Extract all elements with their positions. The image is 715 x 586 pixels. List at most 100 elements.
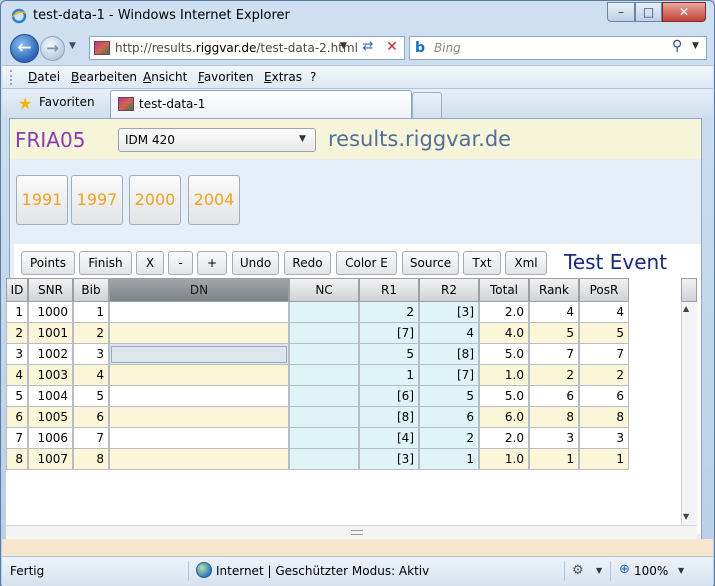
cell-snr[interactable]: 1001 [28,323,73,344]
cell-total[interactable]: 6.0 [479,407,529,428]
cell-posr[interactable]: 3 [579,428,629,449]
cell-id[interactable]: 5 [6,386,28,407]
address-dropdown-icon[interactable]: ▼ [340,41,347,51]
cell-snr[interactable]: 1000 [28,302,73,323]
table-row[interactable]: 1 1000 1 2 [3] 2.0 4 4 [6,302,629,323]
cell-dn[interactable] [109,302,289,323]
redo-button[interactable]: Redo [284,251,331,275]
cell-rank[interactable]: 2 [529,365,579,386]
cell-r1[interactable]: [6] [359,386,419,407]
history-dropdown-icon[interactable]: ▼ [69,41,76,51]
col-header-r1[interactable]: R1 [359,278,419,302]
cell-dn[interactable] [109,365,289,386]
cell-id[interactable]: 7 [6,428,28,449]
year-button-1997[interactable]: 1997 [71,175,123,225]
cell-id[interactable]: 3 [6,344,28,365]
cell-r1[interactable]: [3] [359,449,419,470]
favorites-button[interactable]: Favoriten [39,95,95,109]
cell-total[interactable]: 1.0 [479,449,529,470]
table-row[interactable]: 7 1006 7 [4] 2 2.0 3 3 [6,428,629,449]
cell-dn[interactable] [109,323,289,344]
col-header-dn[interactable]: DN [109,278,289,302]
cell-total[interactable]: 5.0 [479,386,529,407]
table-row[interactable]: 8 1007 8 [3] 1 1.0 1 1 [6,449,629,470]
cell-r2[interactable]: 6 [419,407,479,428]
x-button[interactable]: X [136,251,164,275]
cell-id[interactable]: 6 [6,407,28,428]
cell-r2[interactable]: [7] [419,365,479,386]
cell-dn[interactable] [109,386,289,407]
refresh-icon[interactable]: ⇄ [358,39,378,57]
cell-snr[interactable]: 1006 [28,428,73,449]
cell-nc[interactable] [289,407,359,428]
cell-bib[interactable]: 5 [73,386,109,407]
cell-r2[interactable]: 1 [419,449,479,470]
cell-rank[interactable]: 7 [529,344,579,365]
cell-nc[interactable] [289,302,359,323]
year-button-1991[interactable]: 1991 [16,175,68,225]
cell-bib[interactable]: 7 [73,428,109,449]
menu-help[interactable]: ? [310,70,316,84]
cell-nc[interactable] [289,344,359,365]
col-header-snr[interactable]: SNR [28,278,73,302]
source-button[interactable]: Source [402,251,459,275]
cell-nc[interactable] [289,449,359,470]
cell-snr[interactable]: 1002 [28,344,73,365]
table-row[interactable]: 5 1004 5 [6] 5 5.0 6 6 [6,386,629,407]
menu-ansicht[interactable]: Ansicht [143,70,187,84]
menu-bearbeiten[interactable]: Bearbeiten [71,70,137,84]
cell-rank[interactable]: 3 [529,428,579,449]
cell-rank[interactable]: 8 [529,407,579,428]
cell-r1[interactable]: [7] [359,323,419,344]
cell-total[interactable]: 2.0 [479,428,529,449]
maximize-button[interactable]: □ [635,2,662,22]
security-zone[interactable]: Internet | Geschützter Modus: Aktiv [216,564,429,578]
cell-total[interactable]: 4.0 [479,323,529,344]
year-button-2000[interactable]: 2000 [129,175,181,225]
cell-id[interactable]: 2 [6,323,28,344]
cell-id[interactable]: 1 [6,302,28,323]
table-row[interactable]: 3 1002 3 5 [8] 5.0 7 7 [6,344,629,365]
table-row[interactable]: 2 1001 2 [7] 4 4.0 5 5 [6,323,629,344]
cell-nc[interactable] [289,365,359,386]
vertical-scrollbar[interactable]: ▲ ▼ [681,302,697,525]
cell-dn[interactable] [109,407,289,428]
new-tab-button[interactable] [412,92,442,118]
table-row[interactable]: 6 1005 6 [8] 6 6.0 8 8 [6,407,629,428]
cell-nc[interactable] [289,323,359,344]
cell-posr[interactable]: 2 [579,365,629,386]
cell-dn[interactable] [109,449,289,470]
cell-total[interactable]: 5.0 [479,344,529,365]
event-select[interactable]: IDM 420 ▼ [118,128,316,152]
cell-r2[interactable]: [3] [419,302,479,323]
cell-posr[interactable]: 8 [579,407,629,428]
menu-datei[interactable]: Datei [28,70,60,84]
search-dropdown-icon[interactable]: ▼ [692,41,699,51]
cell-snr[interactable]: 1003 [28,365,73,386]
undo-button[interactable]: Undo [232,251,279,275]
col-header-nc[interactable]: NC [289,278,359,302]
table-row[interactable]: 4 1003 4 1 [7] 1.0 2 2 [6,365,629,386]
cell-snr[interactable]: 1007 [28,449,73,470]
col-header-posr[interactable]: PosR [579,278,629,302]
cell-posr[interactable]: 7 [579,344,629,365]
cell-bib[interactable]: 8 [73,449,109,470]
cell-r1[interactable]: 5 [359,344,419,365]
protected-mode-dropdown-icon[interactable]: ▼ [596,566,602,575]
cell-dn[interactable] [109,428,289,449]
close-button[interactable]: ✕ [662,2,706,22]
cell-r2[interactable]: [8] [419,344,479,365]
zoom-level[interactable]: 100% [634,564,668,578]
cell-posr[interactable]: 5 [579,323,629,344]
cell-posr[interactable]: 4 [579,302,629,323]
cell-bib[interactable]: 4 [73,365,109,386]
zoom-dropdown-icon[interactable]: ▼ [678,566,684,575]
menu-extras[interactable]: Extras [264,70,302,84]
cell-rank[interactable]: 1 [529,449,579,470]
xml-button[interactable]: Xml [505,251,547,275]
cell-dn[interactable] [109,344,289,365]
search-box[interactable]: b Bing ⚲ ▼ [409,36,707,60]
cell-bib[interactable]: 3 [73,344,109,365]
cell-r1[interactable]: 2 [359,302,419,323]
cell-r1[interactable]: 1 [359,365,419,386]
